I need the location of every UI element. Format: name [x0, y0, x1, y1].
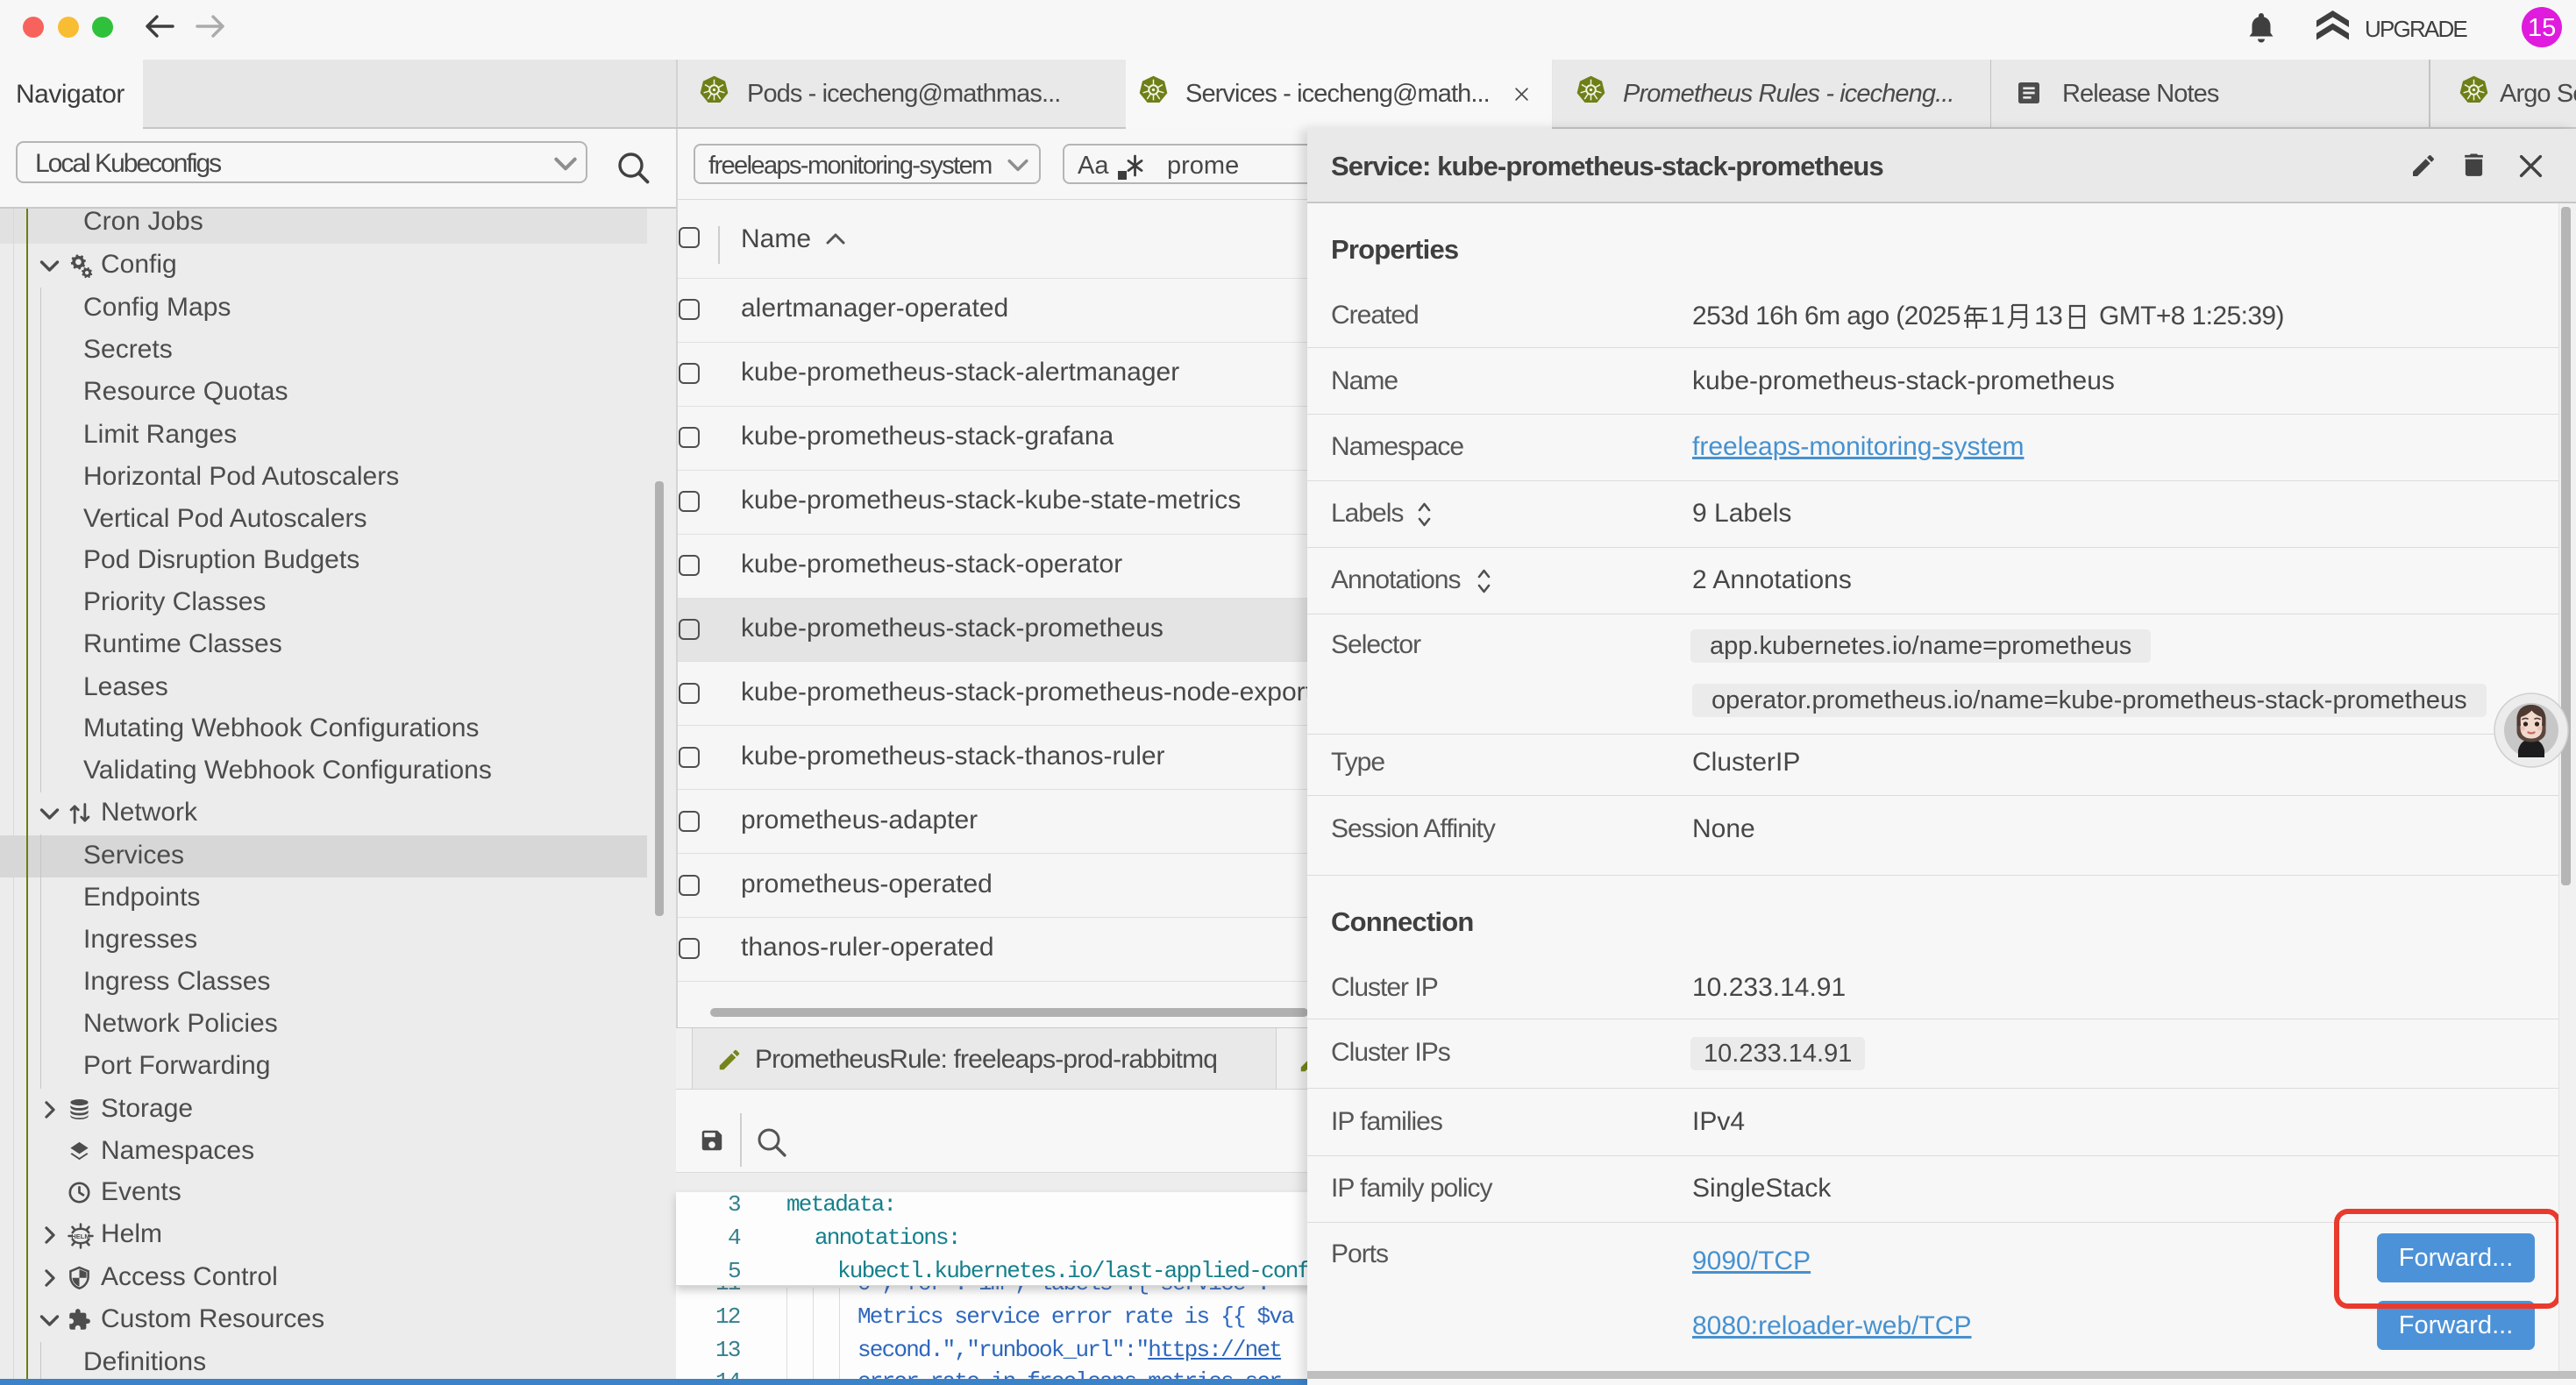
- svg-text:HELM: HELM: [71, 1232, 89, 1240]
